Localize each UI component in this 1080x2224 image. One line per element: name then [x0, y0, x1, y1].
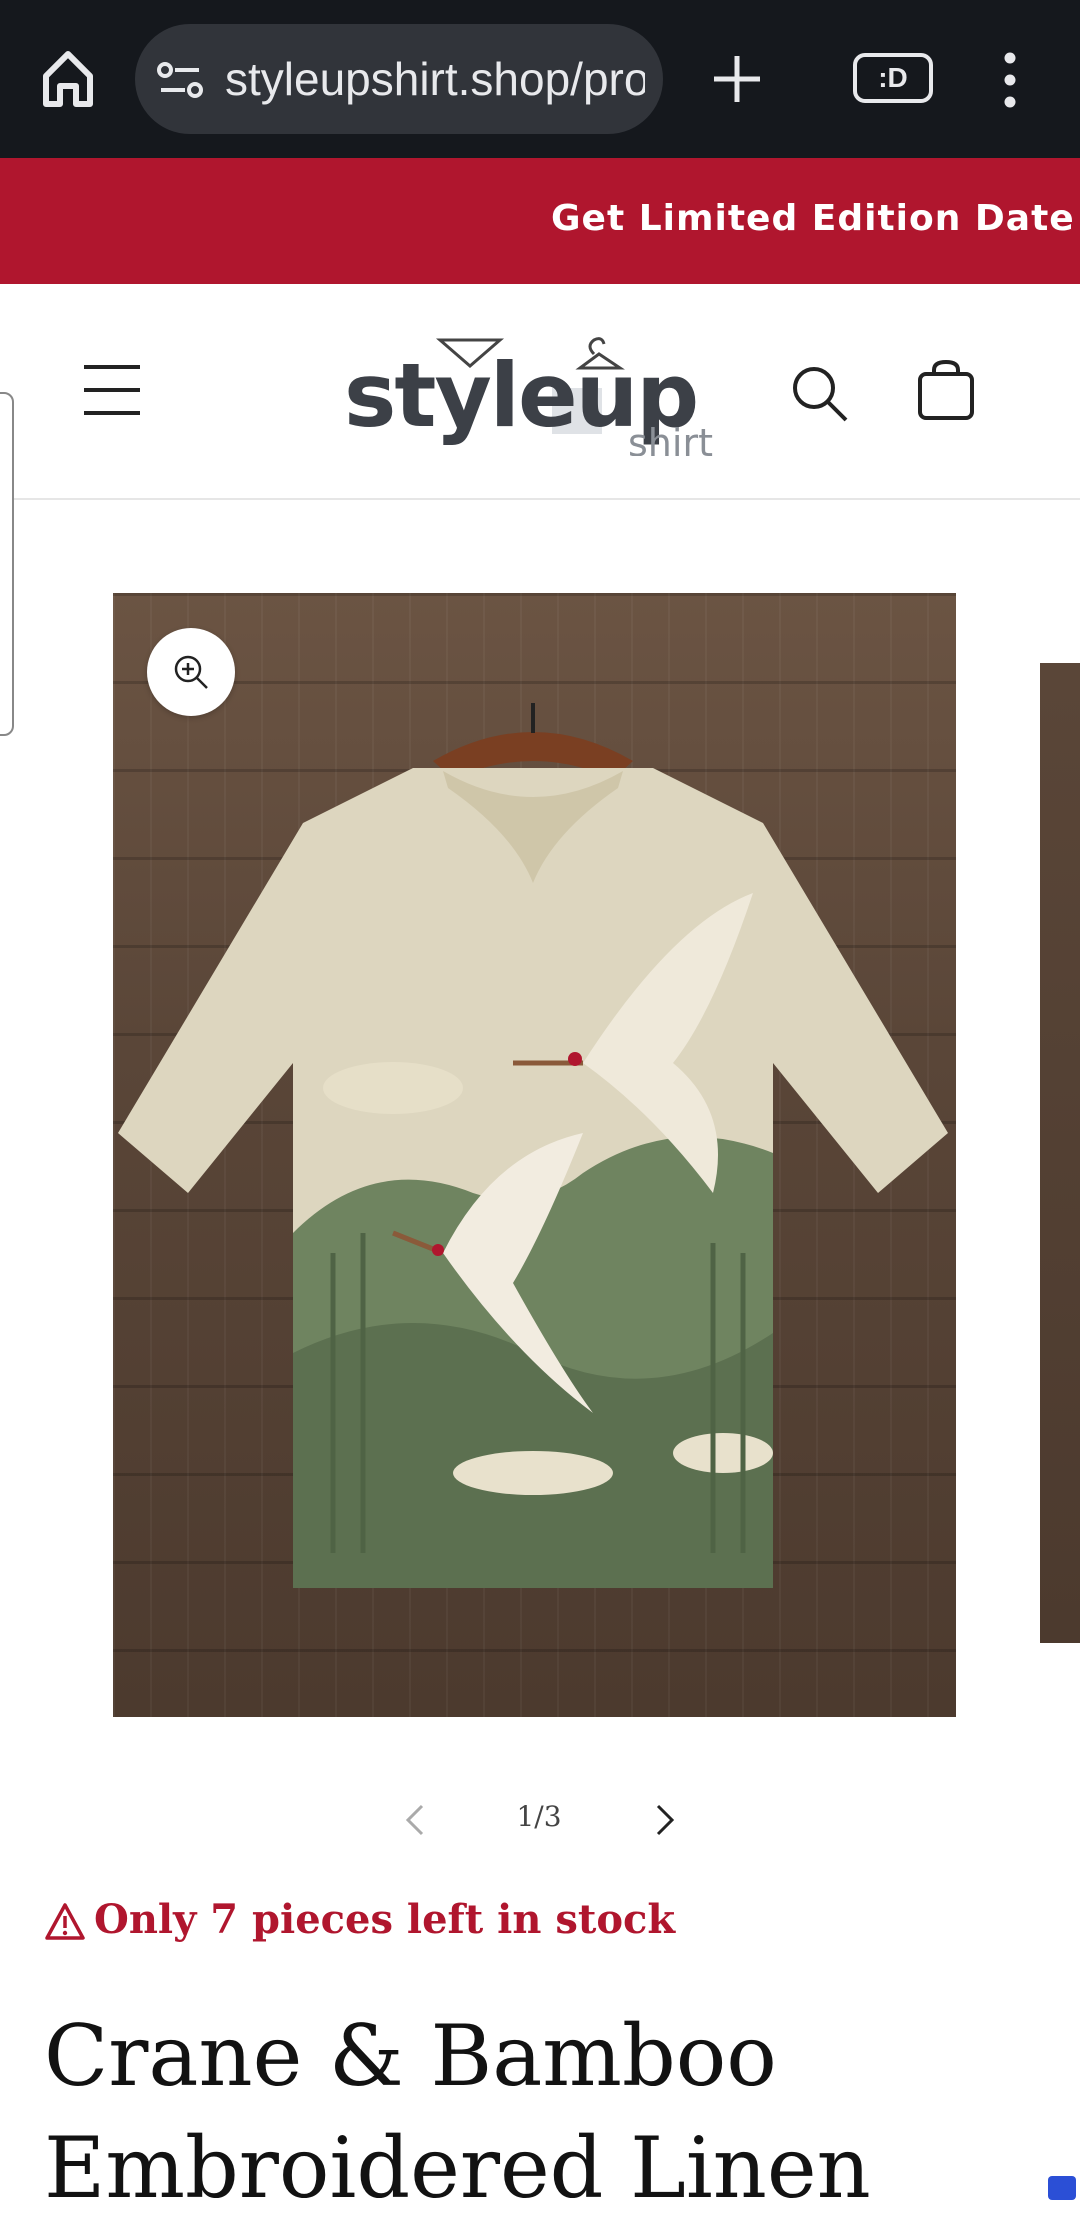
floating-widget-badge[interactable] — [1048, 2176, 1076, 2200]
next-arrow-icon[interactable] — [650, 1802, 680, 1838]
site-logo[interactable]: styleup shirt — [340, 326, 730, 465]
browser-toolbar: styleupshirt.shop/pro :D — [0, 0, 1080, 158]
zoom-button[interactable] — [147, 628, 235, 716]
previous-arrow-icon[interactable] — [400, 1802, 430, 1838]
zoom-icon — [174, 655, 208, 689]
next-product-image-peek[interactable] — [1040, 663, 1080, 1643]
cart-icon[interactable] — [916, 359, 976, 420]
announcement-bar[interactable]: Get Limited Edition Date Nig — [0, 158, 1080, 284]
site-header: styleup shirt — [0, 284, 1080, 500]
side-drawer-tab[interactable] — [0, 392, 14, 736]
new-tab-icon[interactable] — [712, 54, 762, 104]
warning-icon — [45, 1903, 85, 1940]
logo-sub: shirt — [628, 421, 713, 456]
site-settings-icon[interactable] — [157, 60, 203, 100]
announcement-text[interactable]: Get Limited Edition Date Nig — [551, 198, 1080, 239]
home-icon[interactable] — [40, 46, 96, 110]
url-text[interactable]: styleupshirt.shop/pro — [225, 50, 645, 108]
address-bar[interactable]: styleupshirt.shop/pro — [135, 24, 663, 134]
product-title: Crane & Bamboo Embroidered Linen — [44, 2007, 871, 2217]
gallery-slider-controls: 1/3 — [0, 1790, 1080, 1850]
menu-icon[interactable] — [84, 364, 140, 416]
tab-switcher-label: :D — [853, 53, 933, 103]
product-image[interactable] — [113, 593, 956, 1717]
slide-counter: 1/3 — [516, 1800, 562, 1833]
stock-warning-text: Only 7 pieces left in stock — [94, 1896, 676, 1943]
tab-switcher-button[interactable]: :D — [853, 53, 939, 107]
more-options-icon[interactable] — [998, 52, 1022, 108]
search-icon[interactable] — [790, 364, 850, 424]
